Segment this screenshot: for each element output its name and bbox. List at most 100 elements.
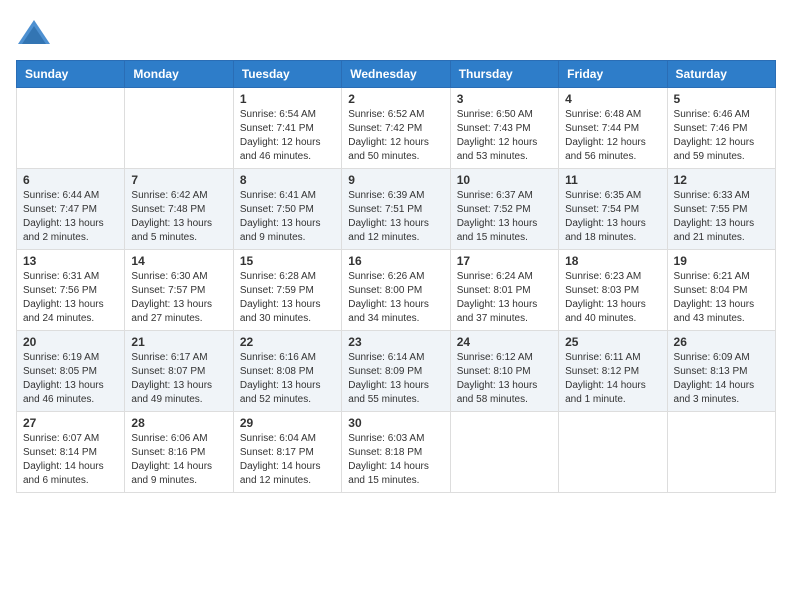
calendar-cell: 19Sunrise: 6:21 AM Sunset: 8:04 PM Dayli… (667, 250, 775, 331)
day-number: 22 (240, 335, 335, 349)
page-header (16, 16, 776, 52)
day-number: 8 (240, 173, 335, 187)
logo (16, 16, 54, 52)
calendar-cell: 3 Sunrise: 6:50 AM Sunset: 7:43 PM Daylig… (450, 88, 558, 169)
calendar-cell: 15 Sunrise: 6:28 AM Sunset: 7:59 PM Dayli… (233, 250, 341, 331)
day-number: 26 (674, 335, 769, 349)
day-info: Sunrise: 6:48 AM Sunset: 7:44 PM Dayligh… (565, 108, 660, 164)
calendar-cell: 16Sunrise: 6:26 AM Sunset: 8:00 PM Dayli… (342, 250, 450, 331)
weekday-header: Monday (125, 61, 233, 88)
day-number: 7 (131, 173, 226, 187)
day-number: 4 (565, 92, 660, 106)
day-info: Sunrise: 6:16 AM Sunset: 8:08 PM Dayligh… (240, 351, 335, 407)
calendar-header-row: SundayMondayTuesdayWednesdayThursdayFrid… (17, 61, 776, 88)
day-number: 25 (565, 335, 660, 349)
day-info: Sunrise: 6:03 AM Sunset: 8:18 PM Dayligh… (348, 432, 443, 488)
weekday-header: Tuesday (233, 61, 341, 88)
day-info: Sunrise: 6:09 AM Sunset: 8:13 PM Dayligh… (674, 351, 769, 407)
day-info: Sunrise: 6:44 AM Sunset: 7:47 PM Dayligh… (23, 189, 118, 245)
day-info: Sunrise: 6:23 AM Sunset: 8:03 PM Dayligh… (565, 270, 660, 326)
weekday-header: Sunday (17, 61, 125, 88)
day-number: 12 (674, 173, 769, 187)
day-number: 24 (457, 335, 552, 349)
weekday-header: Wednesday (342, 61, 450, 88)
day-info: Sunrise: 6:26 AM Sunset: 8:00 PM Dayligh… (348, 270, 443, 326)
day-number: 11 (565, 173, 660, 187)
calendar-week-row: 6 Sunrise: 6:44 AM Sunset: 7:47 PM Daylig… (17, 169, 776, 250)
calendar-week-row: 1 Sunrise: 6:54 AM Sunset: 7:41 PM Daylig… (17, 88, 776, 169)
day-info: Sunrise: 6:35 AM Sunset: 7:54 PM Dayligh… (565, 189, 660, 245)
calendar-cell: 20 Sunrise: 6:19 AM Sunset: 8:05 PM Dayli… (17, 331, 125, 412)
day-number: 27 (23, 416, 118, 430)
calendar-cell: 13 Sunrise: 6:31 AM Sunset: 7:56 PM Dayli… (17, 250, 125, 331)
day-number: 9 (348, 173, 443, 187)
day-info: Sunrise: 6:14 AM Sunset: 8:09 PM Dayligh… (348, 351, 443, 407)
weekday-header: Thursday (450, 61, 558, 88)
calendar-cell: 1 Sunrise: 6:54 AM Sunset: 7:41 PM Daylig… (233, 88, 341, 169)
calendar-table: SundayMondayTuesdayWednesdayThursdayFrid… (16, 60, 776, 493)
calendar-cell (667, 412, 775, 493)
calendar-cell: 4 Sunrise: 6:48 AM Sunset: 7:44 PM Daylig… (559, 88, 667, 169)
calendar-cell: 11 Sunrise: 6:35 AM Sunset: 7:54 PM Dayli… (559, 169, 667, 250)
calendar-cell: 29Sunrise: 6:04 AM Sunset: 8:17 PM Dayli… (233, 412, 341, 493)
calendar-cell (559, 412, 667, 493)
day-number: 13 (23, 254, 118, 268)
day-number: 28 (131, 416, 226, 430)
calendar-cell: 25 Sunrise: 6:11 AM Sunset: 8:12 PM Dayli… (559, 331, 667, 412)
calendar-cell: 12Sunrise: 6:33 AM Sunset: 7:55 PM Dayli… (667, 169, 775, 250)
calendar-week-row: 20 Sunrise: 6:19 AM Sunset: 8:05 PM Dayli… (17, 331, 776, 412)
day-info: Sunrise: 6:50 AM Sunset: 7:43 PM Dayligh… (457, 108, 552, 164)
calendar-cell: 14 Sunrise: 6:30 AM Sunset: 7:57 PM Dayli… (125, 250, 233, 331)
logo-icon (16, 16, 52, 52)
calendar-cell (450, 412, 558, 493)
day-info: Sunrise: 6:17 AM Sunset: 8:07 PM Dayligh… (131, 351, 226, 407)
calendar-cell: 23 Sunrise: 6:14 AM Sunset: 8:09 PM Dayli… (342, 331, 450, 412)
day-info: Sunrise: 6:06 AM Sunset: 8:16 PM Dayligh… (131, 432, 226, 488)
day-info: Sunrise: 6:52 AM Sunset: 7:42 PM Dayligh… (348, 108, 443, 164)
calendar-cell: 17Sunrise: 6:24 AM Sunset: 8:01 PM Dayli… (450, 250, 558, 331)
day-number: 29 (240, 416, 335, 430)
day-number: 10 (457, 173, 552, 187)
day-number: 21 (131, 335, 226, 349)
day-info: Sunrise: 6:54 AM Sunset: 7:41 PM Dayligh… (240, 108, 335, 164)
day-number: 6 (23, 173, 118, 187)
calendar-cell: 6 Sunrise: 6:44 AM Sunset: 7:47 PM Daylig… (17, 169, 125, 250)
calendar-cell: 22 Sunrise: 6:16 AM Sunset: 8:08 PM Dayli… (233, 331, 341, 412)
day-info: Sunrise: 6:39 AM Sunset: 7:51 PM Dayligh… (348, 189, 443, 245)
day-info: Sunrise: 6:12 AM Sunset: 8:10 PM Dayligh… (457, 351, 552, 407)
day-number: 23 (348, 335, 443, 349)
day-info: Sunrise: 6:31 AM Sunset: 7:56 PM Dayligh… (23, 270, 118, 326)
calendar-cell: 9 Sunrise: 6:39 AM Sunset: 7:51 PM Daylig… (342, 169, 450, 250)
calendar-cell: 21 Sunrise: 6:17 AM Sunset: 8:07 PM Dayli… (125, 331, 233, 412)
calendar-cell: 10Sunrise: 6:37 AM Sunset: 7:52 PM Dayli… (450, 169, 558, 250)
calendar-week-row: 27 Sunrise: 6:07 AM Sunset: 8:14 PM Dayli… (17, 412, 776, 493)
calendar-cell: 2 Sunrise: 6:52 AM Sunset: 7:42 PM Daylig… (342, 88, 450, 169)
weekday-header: Saturday (667, 61, 775, 88)
day-info: Sunrise: 6:41 AM Sunset: 7:50 PM Dayligh… (240, 189, 335, 245)
day-info: Sunrise: 6:07 AM Sunset: 8:14 PM Dayligh… (23, 432, 118, 488)
day-number: 17 (457, 254, 552, 268)
day-info: Sunrise: 6:21 AM Sunset: 8:04 PM Dayligh… (674, 270, 769, 326)
calendar-cell: 8 Sunrise: 6:41 AM Sunset: 7:50 PM Daylig… (233, 169, 341, 250)
calendar-cell: 18Sunrise: 6:23 AM Sunset: 8:03 PM Dayli… (559, 250, 667, 331)
day-number: 2 (348, 92, 443, 106)
day-number: 3 (457, 92, 552, 106)
day-info: Sunrise: 6:19 AM Sunset: 8:05 PM Dayligh… (23, 351, 118, 407)
day-info: Sunrise: 6:11 AM Sunset: 8:12 PM Dayligh… (565, 351, 660, 407)
day-info: Sunrise: 6:28 AM Sunset: 7:59 PM Dayligh… (240, 270, 335, 326)
calendar-cell (125, 88, 233, 169)
day-number: 30 (348, 416, 443, 430)
day-info: Sunrise: 6:46 AM Sunset: 7:46 PM Dayligh… (674, 108, 769, 164)
calendar-cell: 24 Sunrise: 6:12 AM Sunset: 8:10 PM Dayli… (450, 331, 558, 412)
calendar-cell: 28 Sunrise: 6:06 AM Sunset: 8:16 PM Dayli… (125, 412, 233, 493)
calendar-cell: 7 Sunrise: 6:42 AM Sunset: 7:48 PM Daylig… (125, 169, 233, 250)
day-info: Sunrise: 6:42 AM Sunset: 7:48 PM Dayligh… (131, 189, 226, 245)
day-number: 1 (240, 92, 335, 106)
calendar-week-row: 13 Sunrise: 6:31 AM Sunset: 7:56 PM Dayli… (17, 250, 776, 331)
day-number: 20 (23, 335, 118, 349)
day-number: 14 (131, 254, 226, 268)
day-info: Sunrise: 6:30 AM Sunset: 7:57 PM Dayligh… (131, 270, 226, 326)
day-number: 5 (674, 92, 769, 106)
weekday-header: Friday (559, 61, 667, 88)
day-number: 15 (240, 254, 335, 268)
